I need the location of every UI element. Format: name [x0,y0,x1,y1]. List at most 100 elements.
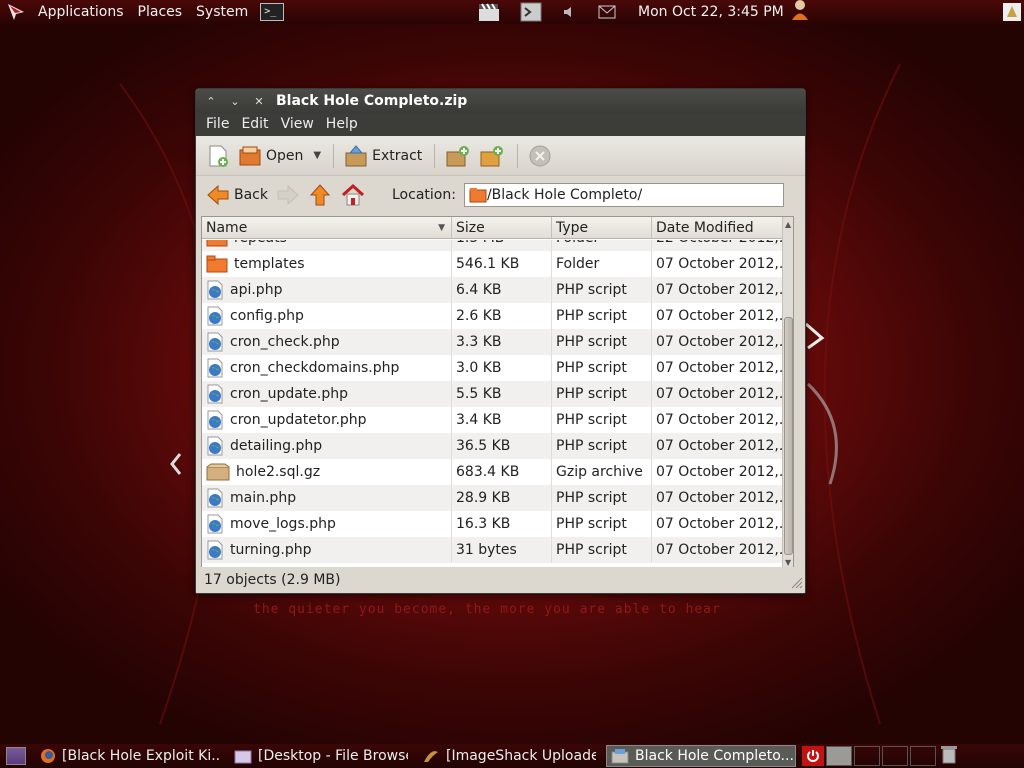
archive-icon [206,463,230,481]
workspace-2[interactable] [854,746,880,766]
file-size: 1.5 MB [452,240,552,251]
clapperboard-icon[interactable] [478,2,500,22]
file-name-cell: templates [202,251,452,277]
file-name-cell: repeats [202,240,452,251]
status-bar: 17 objects (2.9 MB) [196,567,805,593]
php-script-icon [206,306,224,326]
taskbar-item[interactable]: [Desktop - File Browser] [230,745,408,767]
file-row[interactable]: detailing.php 36.5 KB PHP script 07 October… [202,433,784,459]
file-row[interactable]: cron_updatetor.php 3.4 KB PHP script 07 Oct… [202,407,784,433]
file-name: main.php [230,490,297,506]
file-name: cron_checkdomains.php [230,360,400,376]
column-header-date-modified[interactable]: Date Modified [652,217,784,239]
clock[interactable]: Mon Oct 22, 3:45 PM [638,0,784,24]
file-row[interactable]: main.php 28.9 KB PHP script 07 October 2012… [202,485,784,511]
user-icon[interactable] [790,0,810,25]
file-row[interactable]: config.php 2.6 KB PHP script 07 October 201… [202,303,784,329]
back-arrow-icon [207,184,229,206]
file-date-modified: 07 October 2012,... [652,303,784,329]
file-size: 2.6 KB [452,303,552,329]
file-row[interactable]: move_logs.php 16.3 KB PHP script 07 October… [202,511,784,537]
home-icon [341,183,365,206]
add-folder-icon [480,145,504,166]
file-row[interactable]: hole2.sql.gz 683.4 KB Gzip archive 07 Octob… [202,459,784,485]
backtrack-logo-icon[interactable] [4,0,28,24]
back-label: Back [234,187,268,203]
add-folder-button[interactable] [479,144,505,168]
wallpaper-motto: the quieter you become, the more you are… [253,602,721,617]
forward-button[interactable] [276,183,300,207]
volume-icon[interactable] [562,4,578,20]
file-row[interactable]: cron_check.php 3.3 KB PHP script 07 October… [202,329,784,355]
taskbar-item[interactable]: Black Hole Completo.... [606,745,796,767]
vertical-scrollbar[interactable]: ▲ ▼ [782,217,793,567]
mail-icon[interactable] [598,5,616,19]
close-icon[interactable]: ✕ [250,93,268,109]
column-header-name[interactable]: Name ▼ [202,217,452,239]
file-name: cron_check.php [230,334,340,350]
location-field[interactable]: /Black Hole Completo/ [463,183,784,207]
power-button[interactable] [802,746,824,766]
taskbar-item[interactable]: [Black Hole Exploit Ki... [36,745,220,767]
file-name: config.php [230,308,304,324]
file-row[interactable]: turning.php 31 bytes PHP script 07 October … [202,537,784,563]
menu-system[interactable]: System [192,0,252,24]
menu-help[interactable]: Help [320,113,364,136]
menu-view[interactable]: View [275,113,320,136]
file-type: PHP script [552,381,652,407]
resize-grip-icon[interactable] [791,577,803,589]
column-header-size[interactable]: Size [452,217,552,239]
file-size: 683.4 KB [452,459,552,485]
file-row[interactable]: repeats 1.5 MBFolder22 October 2012,... [202,240,784,251]
scroll-down-icon[interactable]: ▼ [785,558,791,567]
php-script-icon [206,332,224,352]
scrollbar-thumb[interactable] [784,317,793,555]
file-date-modified: 07 October 2012,... [652,277,784,303]
window-titlebar[interactable]: ⌃ ⌄ ✕ Black Hole Completo.zip [196,89,805,113]
column-header-type[interactable]: Type [552,217,652,239]
terminal-applet-icon[interactable] [520,2,542,22]
workspace-4[interactable] [910,746,936,766]
taskbar-item[interactable]: [ImageShack Uploade... [418,745,596,767]
file-row[interactable]: cron_checkdomains.php 3.0 KB PHP script 07 … [202,355,784,381]
panel-applet-icon[interactable] [1002,2,1022,22]
menu-places[interactable]: Places [134,0,187,24]
scroll-up-icon[interactable]: ▲ [785,220,791,229]
home-button[interactable] [340,183,366,207]
column-header-row: Name ▼ Size Type Date Modified [202,217,793,239]
workspace-1[interactable] [826,746,852,766]
show-desktop-button[interactable] [6,747,26,765]
file-row[interactable]: templates 546.1 KB Folder 07 October 2012,.… [202,251,784,277]
file-name: cron_update.php [230,386,349,402]
file-row[interactable]: api.php 6.4 KB PHP script 07 October 2012,.… [202,277,784,303]
file-type: PHP script [552,537,652,563]
up-button[interactable] [308,183,332,207]
file-row[interactable]: cron_update.php 5.5 KB PHP script 07 Octobe… [202,381,784,407]
firefox-icon [40,748,56,764]
minimize-icon[interactable]: ⌃ [202,93,220,109]
extract-button[interactable]: Extract [344,144,422,168]
menu-file[interactable]: File [200,113,235,136]
terminal-launcher-icon[interactable]: >_ [260,3,285,21]
extract-label: Extract [372,147,423,164]
trash-icon[interactable] [940,744,958,768]
back-button[interactable]: Back [206,183,268,207]
file-name-cell: turning.php [202,537,452,563]
new-archive-button[interactable] [206,144,230,168]
file-name: repeats [234,240,287,251]
location-value: /Black Hole Completo/ [486,187,643,203]
open-dropdown-icon[interactable]: ▼ [313,150,321,161]
stop-button[interactable] [528,144,552,168]
file-size: 546.1 KB [452,251,552,277]
menu-edit[interactable]: Edit [235,113,274,136]
file-size: 16.3 KB [452,511,552,537]
menu-applications[interactable]: Applications [34,0,128,24]
open-button[interactable]: Open ▼ [238,144,321,168]
file-name-cell: detailing.php [202,433,452,459]
maximize-icon[interactable]: ⌄ [226,93,244,109]
file-list[interactable]: Name ▼ Size Type Date Modified repeats 1.… [201,216,794,568]
forward-arrow-icon [277,184,299,206]
add-files-button[interactable] [445,144,471,168]
file-type: PHP script [552,511,652,537]
workspace-3[interactable] [882,746,908,766]
